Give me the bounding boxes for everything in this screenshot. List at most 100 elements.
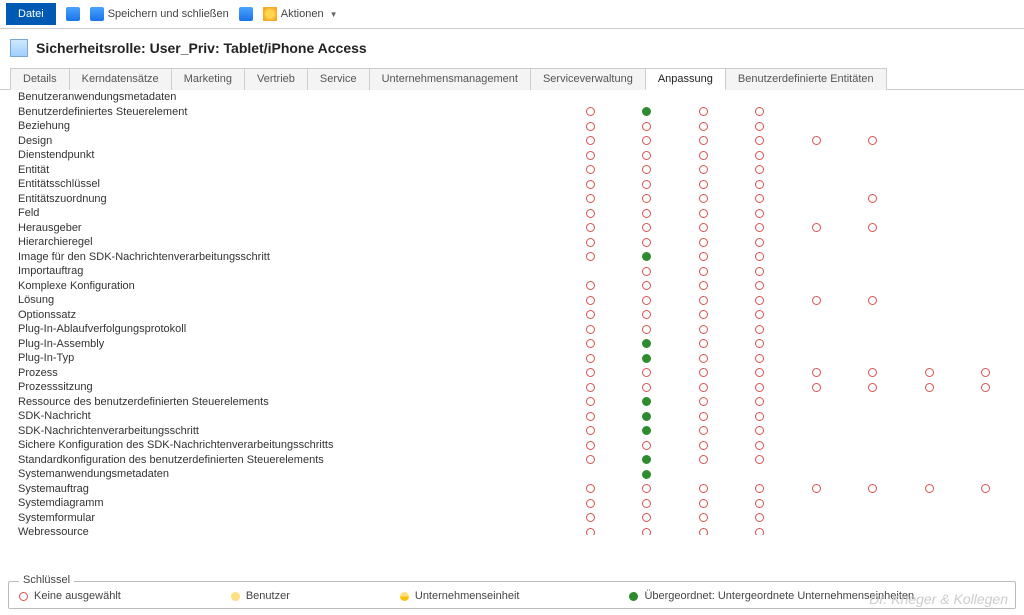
privilege-cell[interactable] <box>732 264 788 279</box>
privilege-cell[interactable] <box>844 424 900 439</box>
privilege-cell[interactable] <box>562 119 618 134</box>
privilege-cell[interactable] <box>844 148 900 163</box>
privilege-cell[interactable] <box>675 250 731 265</box>
privilege-cell[interactable] <box>562 424 618 439</box>
save-alt-button[interactable] <box>239 7 253 21</box>
tab-svcmgmt[interactable]: Serviceverwaltung <box>530 68 646 90</box>
privilege-cell[interactable] <box>619 293 675 308</box>
privilege-cell[interactable] <box>562 105 618 120</box>
privilege-cell[interactable] <box>788 380 844 395</box>
privilege-cell[interactable] <box>957 511 1014 526</box>
privilege-cell[interactable] <box>675 482 731 497</box>
privilege-cell[interactable] <box>562 279 618 294</box>
privilege-cell[interactable] <box>675 395 731 410</box>
privilege-cell[interactable] <box>675 380 731 395</box>
privilege-cell[interactable] <box>844 134 900 149</box>
privilege-cell[interactable] <box>732 525 788 535</box>
privilege-cell[interactable] <box>619 264 675 279</box>
privilege-cell[interactable] <box>788 279 844 294</box>
privilege-cell[interactable] <box>901 250 957 265</box>
privilege-cell[interactable] <box>957 496 1014 511</box>
privilege-cell[interactable] <box>732 409 788 424</box>
privilege-cell[interactable] <box>957 380 1014 395</box>
save-close-button[interactable]: Speichern und schließen <box>90 7 229 21</box>
privilege-cell[interactable] <box>732 395 788 410</box>
privilege-cell[interactable] <box>562 90 618 105</box>
privilege-cell[interactable] <box>732 496 788 511</box>
privilege-cell[interactable] <box>844 525 900 535</box>
privilege-cell[interactable] <box>732 148 788 163</box>
privilege-cell[interactable] <box>844 308 900 323</box>
privilege-cell[interactable] <box>957 482 1014 497</box>
privilege-cell[interactable] <box>732 206 788 221</box>
privilege-cell[interactable] <box>844 453 900 468</box>
privilege-cell[interactable] <box>901 496 957 511</box>
privilege-cell[interactable] <box>562 380 618 395</box>
privilege-cell[interactable] <box>732 119 788 134</box>
privilege-cell[interactable] <box>788 525 844 535</box>
tab-entities[interactable]: Benutzerdefinierte Entitäten <box>725 68 887 90</box>
privilege-cell[interactable] <box>957 409 1014 424</box>
tab-custom[interactable]: Anpassung <box>645 68 726 90</box>
privilege-cell[interactable] <box>788 308 844 323</box>
privilege-cell[interactable] <box>732 366 788 381</box>
privilege-cell[interactable] <box>957 90 1014 105</box>
privilege-cell[interactable] <box>844 337 900 352</box>
privilege-cell[interactable] <box>957 337 1014 352</box>
privilege-cell[interactable] <box>901 351 957 366</box>
privilege-cell[interactable] <box>562 409 618 424</box>
file-button[interactable]: Datei <box>6 3 56 25</box>
privilege-cell[interactable] <box>732 337 788 352</box>
privilege-cell[interactable] <box>619 105 675 120</box>
privilege-cell[interactable] <box>901 279 957 294</box>
privilege-cell[interactable] <box>675 438 731 453</box>
privilege-cell[interactable] <box>675 279 731 294</box>
privilege-cell[interactable] <box>901 90 957 105</box>
tab-core[interactable]: Kerndatensätze <box>69 68 172 90</box>
privilege-cell[interactable] <box>957 235 1014 250</box>
tab-details[interactable]: Details <box>10 68 70 90</box>
privilege-cell[interactable] <box>675 467 731 482</box>
privilege-cell[interactable] <box>788 395 844 410</box>
privilege-cell[interactable] <box>732 511 788 526</box>
privilege-cell[interactable] <box>675 496 731 511</box>
privilege-cell[interactable] <box>844 380 900 395</box>
privilege-cell[interactable] <box>562 337 618 352</box>
privilege-cell[interactable] <box>901 438 957 453</box>
privilege-cell[interactable] <box>675 177 731 192</box>
privilege-cell[interactable] <box>788 453 844 468</box>
privilege-cell[interactable] <box>957 163 1014 178</box>
privilege-cell[interactable] <box>619 380 675 395</box>
privilege-cell[interactable] <box>675 90 731 105</box>
privilege-cell[interactable] <box>675 525 731 535</box>
privilege-cell[interactable] <box>901 221 957 236</box>
privilege-cell[interactable] <box>788 409 844 424</box>
privilege-cell[interactable] <box>844 366 900 381</box>
privilege-cell[interactable] <box>844 105 900 120</box>
privilege-cell[interactable] <box>732 177 788 192</box>
privilege-cell[interactable] <box>788 148 844 163</box>
privilege-cell[interactable] <box>732 250 788 265</box>
privilege-cell[interactable] <box>732 221 788 236</box>
privilege-cell[interactable] <box>901 337 957 352</box>
privilege-cell[interactable] <box>844 119 900 134</box>
privilege-cell[interactable] <box>957 264 1014 279</box>
privilege-cell[interactable] <box>844 467 900 482</box>
privilege-cell[interactable] <box>562 192 618 207</box>
privilege-cell[interactable] <box>732 105 788 120</box>
privilege-cell[interactable] <box>732 308 788 323</box>
privilege-cell[interactable] <box>619 366 675 381</box>
privilege-cell[interactable] <box>619 221 675 236</box>
privilege-cell[interactable] <box>562 163 618 178</box>
privilege-cell[interactable] <box>957 250 1014 265</box>
privilege-cell[interactable] <box>562 496 618 511</box>
privilege-cell[interactable] <box>788 235 844 250</box>
privilege-cell[interactable] <box>844 264 900 279</box>
privilege-cell[interactable] <box>619 192 675 207</box>
privilege-cell[interactable] <box>901 525 957 535</box>
privilege-cell[interactable] <box>619 525 675 535</box>
privilege-cell[interactable] <box>788 221 844 236</box>
privilege-cell[interactable] <box>732 438 788 453</box>
privilege-cell[interactable] <box>675 351 731 366</box>
privilege-cell[interactable] <box>562 206 618 221</box>
